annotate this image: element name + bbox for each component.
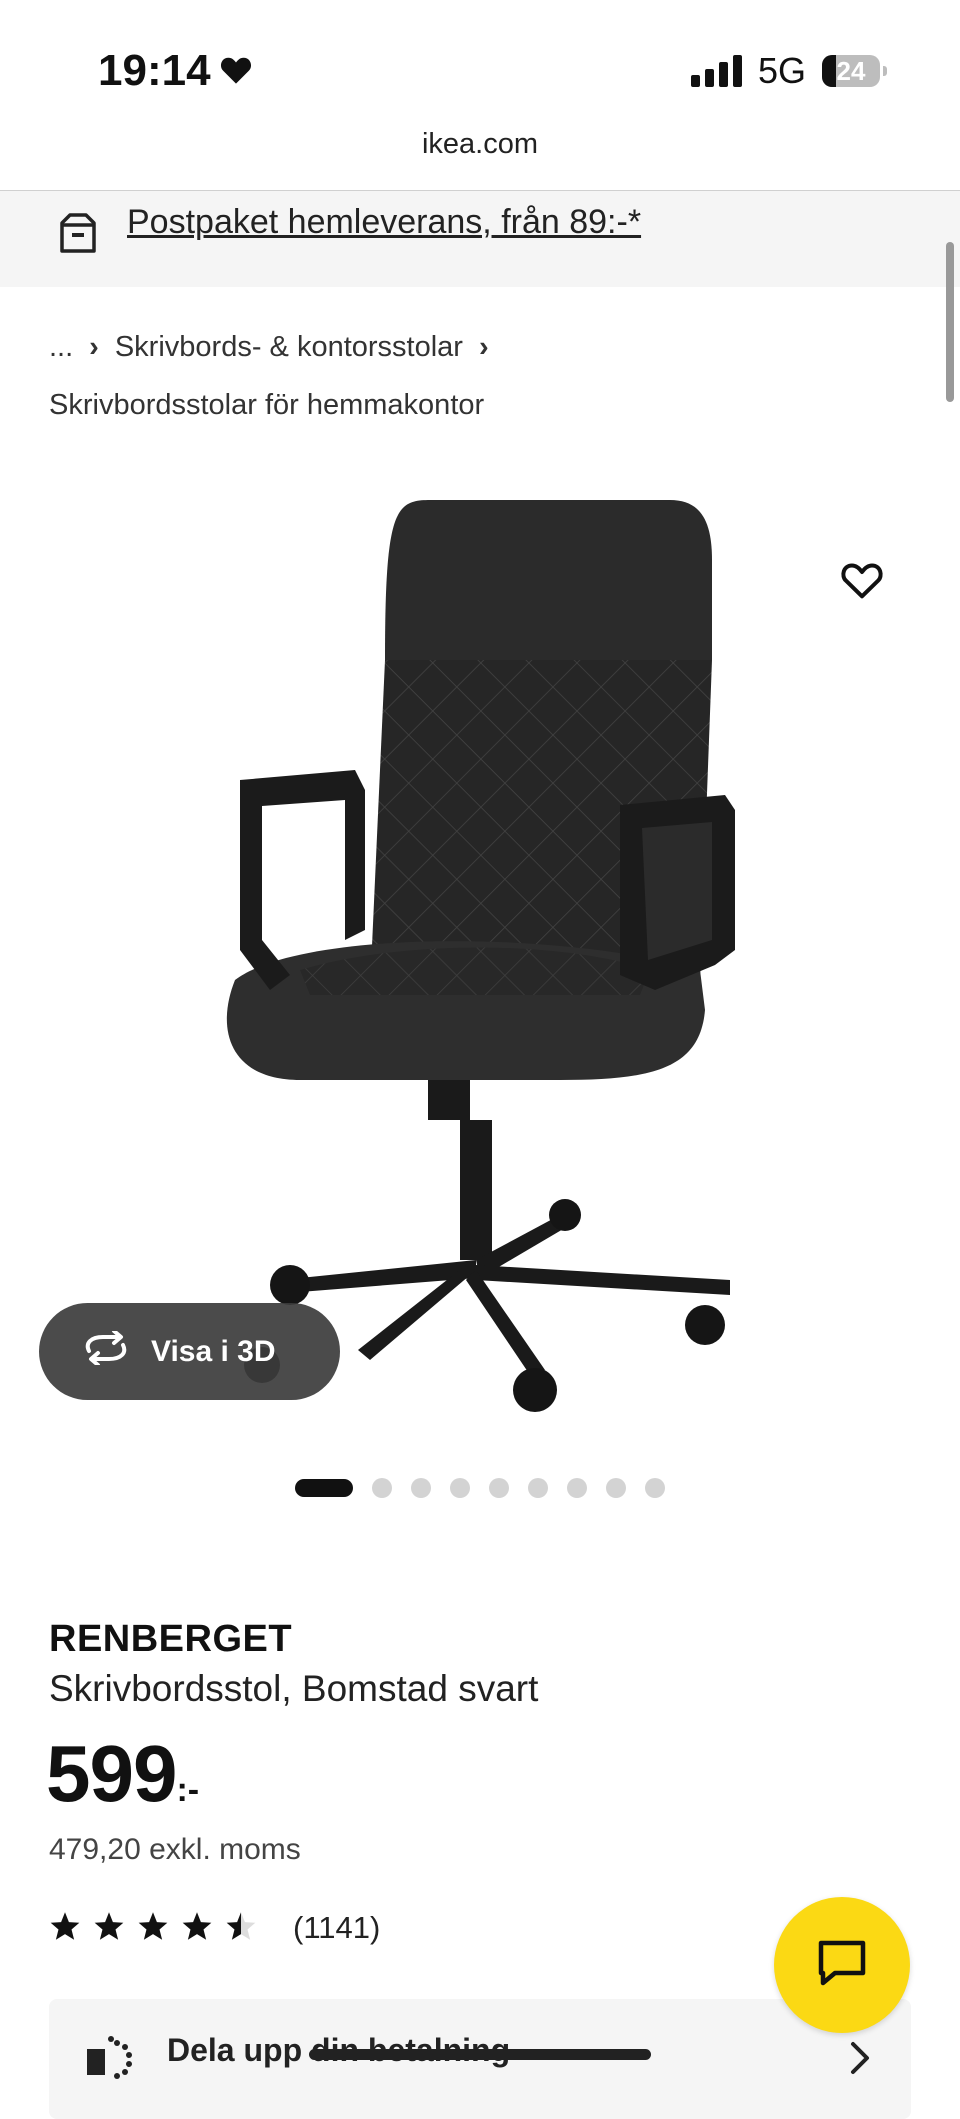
product-rating[interactable]: (1141) bbox=[49, 1910, 380, 1946]
star-icon bbox=[93, 1911, 125, 1946]
carousel-dot[interactable] bbox=[606, 1478, 626, 1498]
delivery-promo-banner[interactable]: Postpaket hemleverans, från 89:-* bbox=[0, 191, 960, 287]
breadcrumb-item-home-office-chairs[interactable]: Skrivbordsstolar för hemmakontor bbox=[49, 376, 505, 434]
product-price: 599:- bbox=[46, 1728, 199, 1820]
product-description: Skrivbordsstol, Bomstad svart bbox=[49, 1668, 539, 1709]
chat-icon bbox=[817, 1939, 867, 1992]
network-label: 5G bbox=[757, 50, 806, 91]
star-icon bbox=[181, 1911, 213, 1946]
chevron-right-icon bbox=[849, 2041, 871, 2080]
breadcrumb-ellipsis[interactable]: ... bbox=[49, 331, 73, 363]
price-ex-vat: 479,20 exkl. moms bbox=[49, 1833, 301, 1866]
home-indicator[interactable] bbox=[309, 2049, 651, 2060]
review-count[interactable]: (1141) bbox=[293, 1910, 380, 1946]
breadcrumb: ... › Skrivbords- & kontorsstolar › Skrivbo… bbox=[49, 318, 505, 434]
view-in-3d-label: Visa i 3D bbox=[151, 1334, 276, 1368]
star-icon bbox=[49, 1911, 81, 1946]
box-icon bbox=[56, 211, 100, 260]
heart-icon bbox=[219, 46, 253, 96]
image-carousel-dots[interactable] bbox=[295, 1478, 665, 1498]
delivery-promo-link[interactable]: Postpaket hemleverans, från 89:-* bbox=[127, 203, 641, 242]
status-time: 19:14 bbox=[98, 46, 253, 96]
status-indicators: 5G 24 bbox=[690, 50, 887, 92]
carousel-dot[interactable] bbox=[567, 1478, 587, 1498]
breadcrumb-item-office-chairs[interactable]: Skrivbords- & kontorsstolar bbox=[115, 331, 463, 363]
favorite-button[interactable] bbox=[820, 540, 904, 624]
carousel-dot[interactable] bbox=[489, 1478, 509, 1498]
view-in-3d-button[interactable]: Visa i 3D bbox=[39, 1303, 340, 1400]
battery-level: 24 bbox=[836, 55, 866, 86]
carousel-dot[interactable] bbox=[372, 1478, 392, 1498]
split-payment-icon bbox=[83, 2035, 133, 2086]
star-icon bbox=[137, 1911, 169, 1946]
breadcrumb-chevron-icon: › bbox=[89, 331, 99, 363]
battery-icon: 24 bbox=[822, 55, 887, 87]
carousel-dot-active[interactable] bbox=[295, 1479, 353, 1497]
scrollbar[interactable] bbox=[946, 242, 954, 402]
status-time-text: 19:14 bbox=[98, 46, 211, 95]
url-bar[interactable]: ikea.com bbox=[0, 128, 960, 161]
status-bar: 19:14 5G 24 bbox=[0, 0, 960, 130]
half-star-icon bbox=[225, 1911, 257, 1946]
rotate-3d-icon bbox=[81, 1328, 131, 1373]
signal-icon bbox=[690, 55, 742, 87]
heart-outline-icon bbox=[840, 560, 884, 605]
chat-button[interactable] bbox=[774, 1897, 910, 2033]
carousel-dot[interactable] bbox=[528, 1478, 548, 1498]
carousel-dot[interactable] bbox=[411, 1478, 431, 1498]
carousel-dot[interactable] bbox=[645, 1478, 665, 1498]
price-main: 599 bbox=[46, 1729, 177, 1818]
price-suffix: :- bbox=[176, 1771, 200, 1809]
breadcrumb-chevron-icon: › bbox=[478, 331, 489, 363]
carousel-dot[interactable] bbox=[450, 1478, 470, 1498]
product-name: RENBERGET bbox=[49, 1618, 293, 1660]
